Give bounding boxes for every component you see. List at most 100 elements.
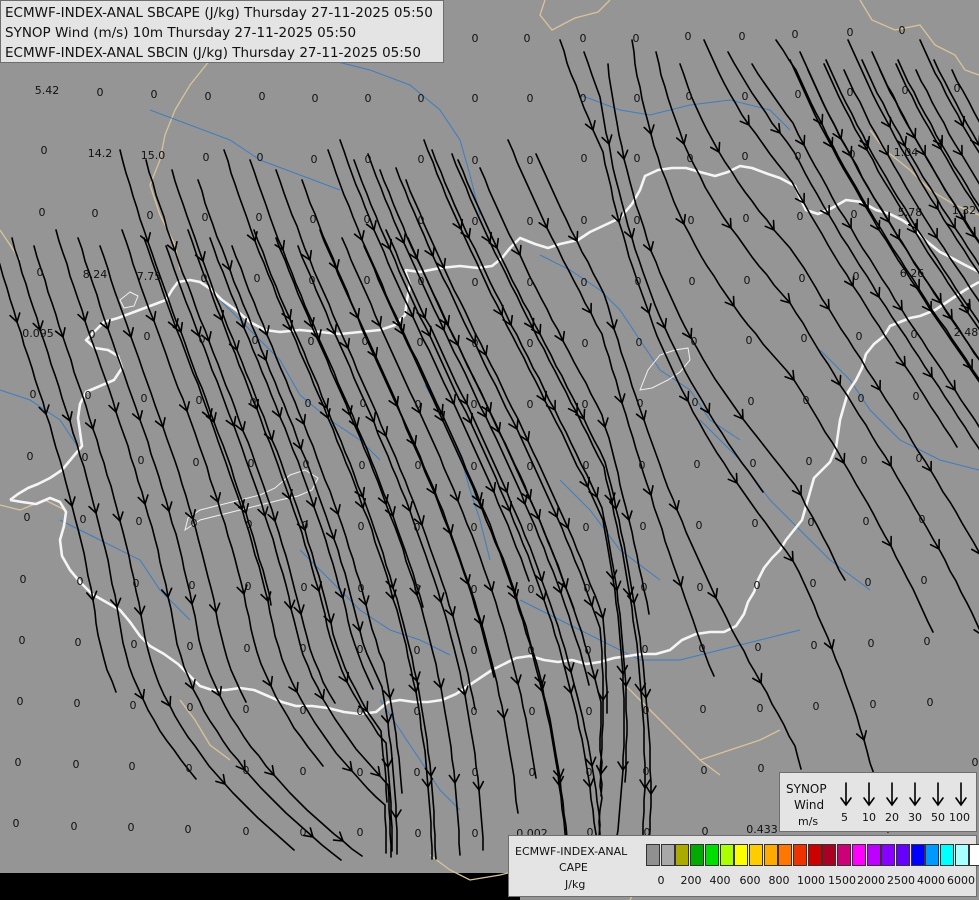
- wind-arrow-icon: [840, 782, 852, 807]
- cin-value: 7.75: [137, 270, 162, 283]
- map-edge: [0, 873, 520, 900]
- cape-scale-label: 4000: [917, 874, 945, 887]
- cape-scale-label: 1500: [828, 874, 856, 887]
- synop-legend-title: SYNOP: [786, 782, 827, 796]
- cin-value: 5.78: [898, 206, 923, 219]
- cin-value: 0: [858, 392, 865, 405]
- title-sbcape: ECMWF-INDEX-ANAL SBCAPE (J/kg) Thursday …: [5, 5, 433, 21]
- cin-value: 0: [471, 521, 478, 534]
- cin-value: 0: [639, 459, 646, 472]
- cin-value: 0: [471, 583, 478, 596]
- cape-legend-title: ECMWF-INDEX-ANAL: [515, 845, 628, 858]
- cin-value: 14.2: [88, 147, 113, 160]
- cin-value: 0: [586, 766, 593, 779]
- cin-value: 0: [696, 519, 703, 532]
- cin-value: 0: [757, 702, 764, 715]
- cin-value: 0: [642, 643, 649, 656]
- cin-value: 0: [849, 148, 856, 161]
- cin-value: 0.095: [22, 327, 54, 340]
- cape-color-swatch: [763, 844, 778, 866]
- cape-color-swatch: [837, 844, 852, 866]
- cape-scale-label: 6000: [947, 874, 975, 887]
- cin-value: 0: [924, 635, 931, 648]
- cin-value: 0: [868, 637, 875, 650]
- cin-value: 0: [633, 32, 640, 45]
- cin-value: 0: [305, 397, 312, 410]
- cin-value: 0: [688, 214, 695, 227]
- cin-value: 0: [954, 82, 961, 95]
- cin-value: 0: [131, 638, 138, 651]
- cin-value: 0: [136, 515, 143, 528]
- cin-value: 0: [637, 397, 644, 410]
- cin-value: 0: [806, 455, 813, 468]
- cin-value: 6.26: [900, 267, 925, 280]
- cin-value: 0: [847, 26, 854, 39]
- cin-value: 0: [813, 700, 820, 713]
- cin-value: 0: [686, 90, 693, 103]
- cin-value: 0: [811, 639, 818, 652]
- cape-color-swatch: [807, 844, 822, 866]
- speed-label: 10: [862, 811, 876, 824]
- cin-value: 0: [189, 579, 196, 592]
- cape-color-swatch: [660, 844, 675, 866]
- cin-value: 0: [300, 826, 307, 839]
- cin-value: 15.0: [141, 149, 166, 162]
- cin-value: 0: [418, 275, 425, 288]
- wind-arrow-icon: [909, 782, 921, 807]
- cin-value: 0: [582, 398, 589, 411]
- cin-value: 0: [527, 337, 534, 350]
- cin-value: 0: [244, 642, 251, 655]
- cin-value: 0: [585, 644, 592, 657]
- wind-arrow-icon: [932, 782, 944, 807]
- cin-value: 0: [643, 765, 650, 778]
- cin-value: 0: [799, 272, 806, 285]
- cin-value: 0: [471, 644, 478, 657]
- map-title-box: ECMWF-INDEX-ANAL SBCAPE (J/kg) Thursday …: [0, 0, 444, 63]
- cin-value: 0: [750, 457, 757, 470]
- cin-value: 0: [187, 701, 194, 714]
- cin-value: 0: [927, 696, 934, 709]
- wind-arrow-samples: [840, 782, 967, 807]
- cin-value: 0: [141, 392, 148, 405]
- cin-value: 0: [748, 395, 755, 408]
- cin-value: 0: [15, 756, 22, 769]
- cin-value: 0: [144, 330, 151, 343]
- cin-value: 0: [902, 84, 909, 97]
- cin-value: 0: [755, 641, 762, 654]
- cin-value: 0: [528, 644, 535, 657]
- cape-scale-label: 2000: [857, 874, 885, 887]
- cin-value: 0: [358, 582, 365, 595]
- cape-color-swatch: [734, 844, 749, 866]
- cin-value: 0: [471, 460, 478, 473]
- cin-value: 0: [82, 451, 89, 464]
- cin-value: 0: [414, 766, 421, 779]
- cin-value: 0: [700, 703, 707, 716]
- cin-value: 0: [196, 394, 203, 407]
- cin-value: 0: [472, 337, 479, 350]
- cin-value: 0: [810, 577, 817, 590]
- cin-value: 0: [792, 28, 799, 41]
- cin-value: 0: [527, 276, 534, 289]
- cin-value: 0: [472, 766, 479, 779]
- cin-value: 0: [243, 764, 250, 777]
- cin-value: 0: [259, 90, 266, 103]
- cin-value: 2.48: [954, 326, 979, 339]
- cin-value: 0: [300, 765, 307, 778]
- wind-arrow-icon: [863, 782, 875, 807]
- cin-value: 0: [808, 516, 815, 529]
- cape-color-swatch: [866, 844, 881, 866]
- cin-value: 0: [524, 32, 531, 45]
- cin-value: 0: [41, 144, 48, 157]
- cin-value: 0: [17, 695, 24, 708]
- cin-value: 0: [636, 336, 643, 349]
- cin-value: 0: [252, 334, 259, 347]
- cin-value: 0: [418, 153, 425, 166]
- cin-value: 0: [472, 32, 479, 45]
- cin-value: 0: [584, 582, 591, 595]
- cin-value: 0: [583, 459, 590, 472]
- cape-scale-label: 200: [680, 874, 702, 887]
- cin-value: 0: [528, 583, 535, 596]
- cin-value: 0: [256, 211, 263, 224]
- cin-value: 0: [199, 333, 206, 346]
- cin-value: 0: [128, 821, 135, 834]
